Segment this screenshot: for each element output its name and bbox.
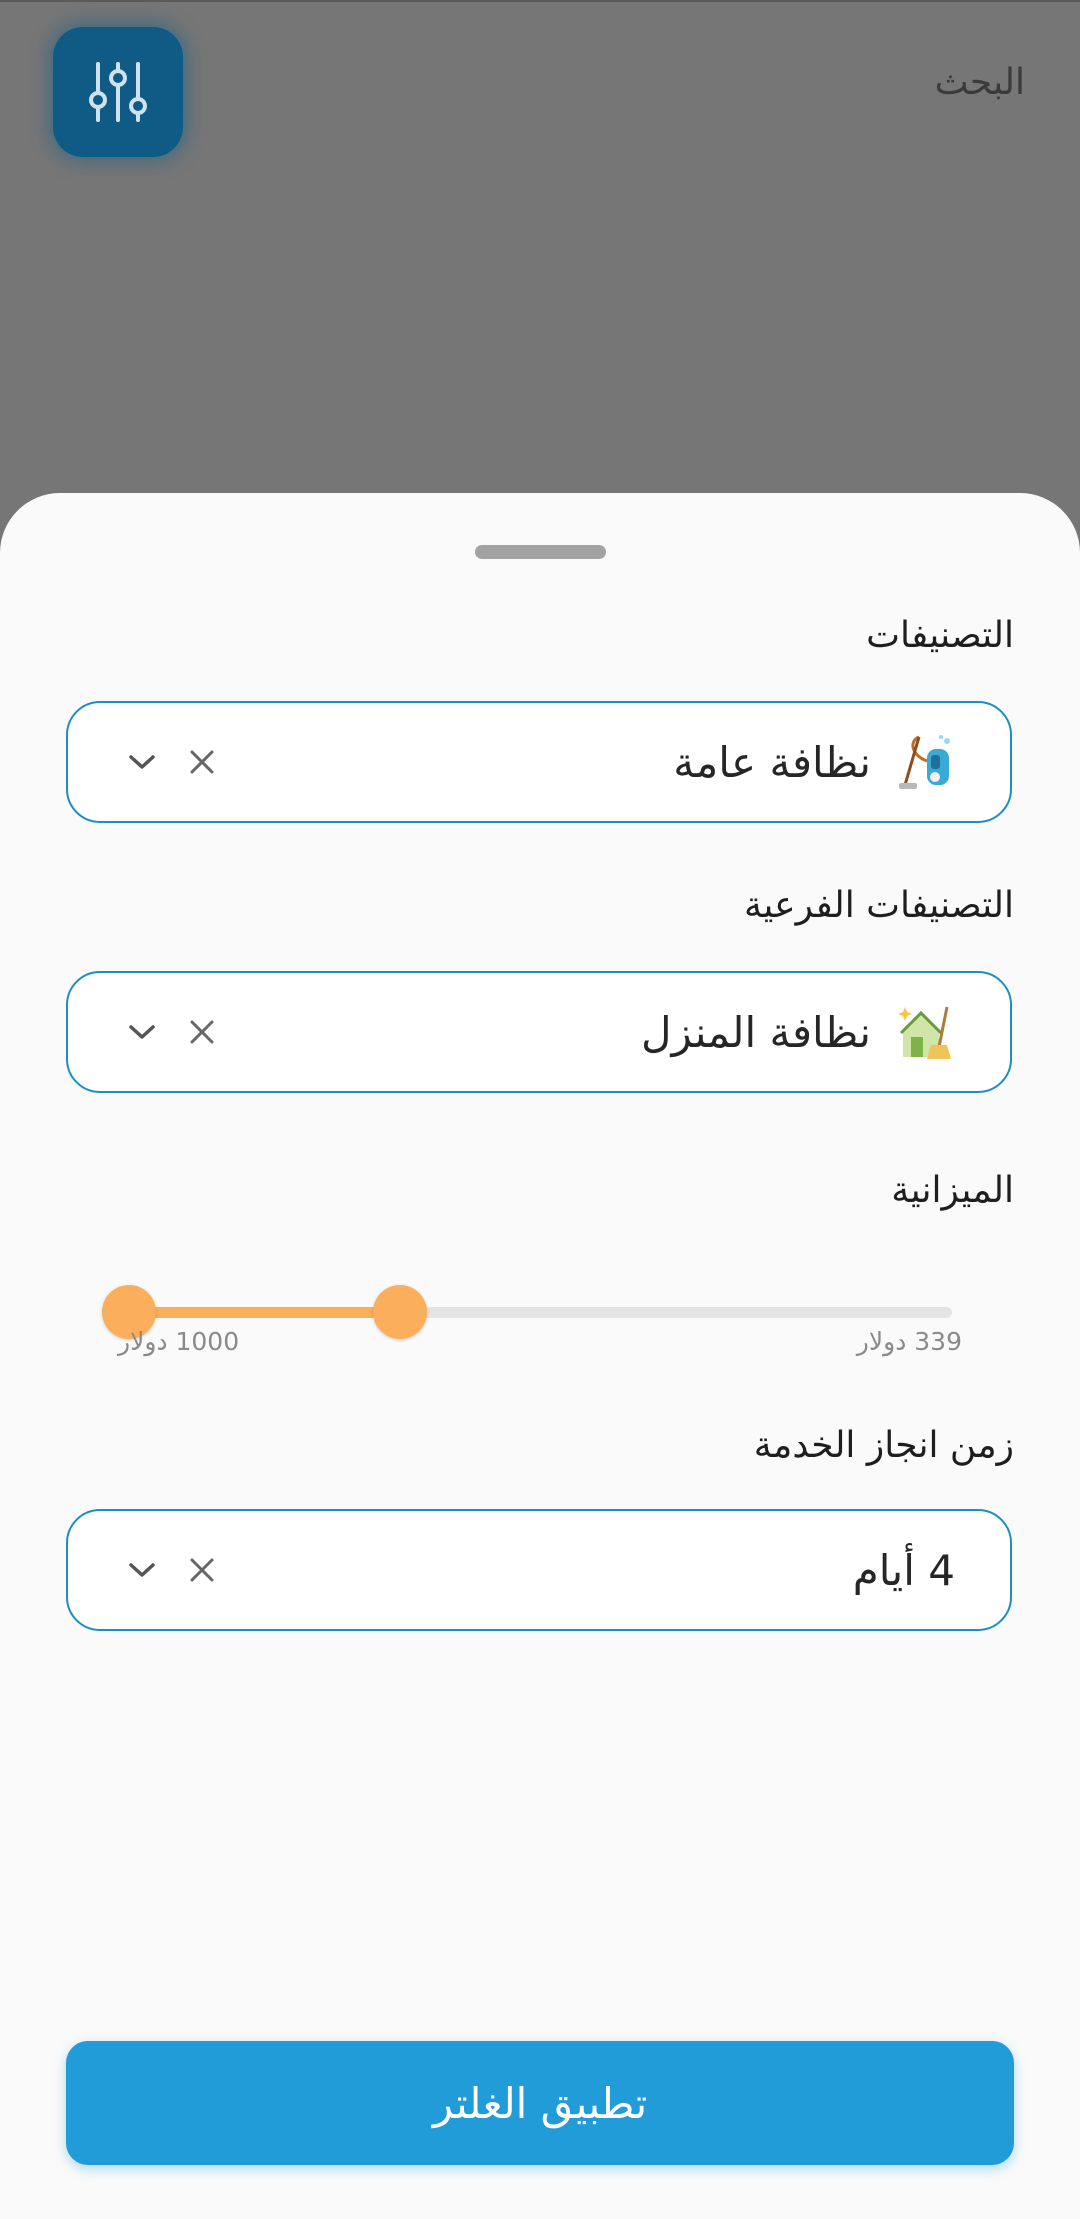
slider-thumb-min[interactable] [372,1285,427,1339]
filter-bottom-sheet: التصنيفات نظافة عامة التصنيفات الفرعية ن… [0,493,1080,2219]
subcategories-dropdown-button[interactable] [120,973,164,1091]
delivery-time-select[interactable]: 4 أيام [66,1509,1012,1631]
clear-delivery-time-button[interactable] [180,1511,224,1629]
chevron-down-icon [129,1025,155,1039]
clear-categories-button[interactable] [180,703,224,821]
subcategories-select[interactable]: نظافة المنزل [66,971,1012,1093]
close-icon [190,750,214,774]
status-divider [0,0,1080,2]
clear-subcategories-button[interactable] [180,973,224,1091]
drag-handle[interactable] [475,545,606,559]
slider-selected-range [129,1307,400,1318]
subcategories-label: التصنيفات الفرعية [744,885,1014,926]
sliders-icon [89,62,147,122]
subcategories-value: نظافة المنزل [641,1007,871,1057]
budget-label: الميزانية [891,1170,1014,1211]
categories-dropdown-button[interactable] [120,703,164,821]
delivery-time-dropdown-button[interactable] [120,1511,164,1629]
budget-max-label: 1000 دولار [118,1327,240,1356]
delivery-time-value: 4 أيام [852,1545,955,1595]
chevron-down-icon [129,755,155,769]
vacuum-cleaner-icon [899,735,950,789]
budget-min-label: 339 دولار [856,1327,962,1356]
house-cleaning-icon [898,1006,951,1059]
page-title: البحث [934,62,1025,103]
categories-label: التصنيفات [866,615,1014,656]
close-icon [190,1020,214,1044]
categories-value: نظافة عامة [673,737,871,787]
chevron-down-icon [129,1563,155,1577]
close-icon [190,1558,214,1582]
delivery-time-label: زمن انجاز الخدمة [753,1425,1014,1466]
filter-button[interactable] [53,27,183,157]
apply-filter-button[interactable]: تطبيق الغلتر [66,2041,1014,2165]
categories-select[interactable]: نظافة عامة [66,701,1012,823]
